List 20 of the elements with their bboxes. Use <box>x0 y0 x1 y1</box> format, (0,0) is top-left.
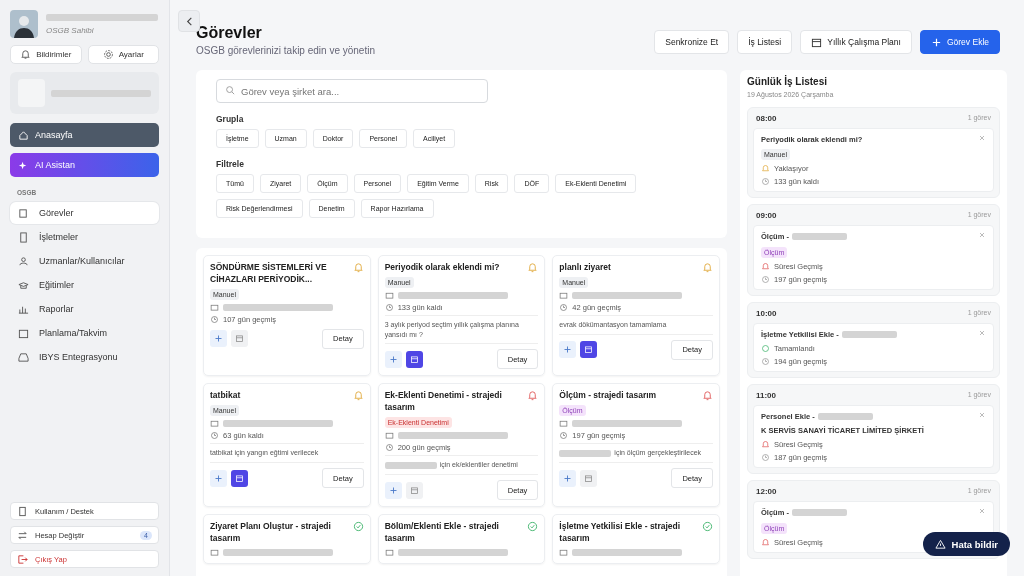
slot-time: 10:00 <box>756 308 777 318</box>
task-title: Bölüm/Eklenti Ekle - strajedi tasarım <box>384 521 500 545</box>
group-label: Grupla <box>216 114 245 124</box>
page-subtitle: OSGB görevlerinizi takip edin ve yönetin <box>196 45 375 56</box>
slot-time: 11:00 <box>756 390 777 400</box>
slot-time: 08:00 <box>756 114 777 123</box>
page-title: Görevler <box>196 24 263 42</box>
panel-title: Günlük İş Listesi <box>747 76 829 87</box>
user-role: OSGB Sahibi <box>46 25 95 35</box>
task-title: Ziyaret Planı Oluştur - strajedi tasarım <box>210 521 332 545</box>
task-title: Periyodik olarak eklendi mi? <box>384 262 500 274</box>
task-title: planlı ziyaret <box>559 262 611 274</box>
task-title: tatbikat <box>210 390 241 403</box>
task-title: SÖNDÜRME SİSTEMLERİ VE CİHAZLARI PERİYODİK... <box>210 262 328 286</box>
task-title: İşletme Yetkilisi Ekle - strajedi tasarım <box>559 521 682 545</box>
slot-time: 09:00 <box>756 211 777 221</box>
task-title: Ek-Eklenti Denetimi - strajedi tasarım <box>384 390 503 415</box>
filter-label: Filtrele <box>216 159 245 169</box>
task-title: Ölçüm - strajedi tasarım <box>559 390 657 403</box>
slot-time: 12:00 <box>756 487 777 497</box>
